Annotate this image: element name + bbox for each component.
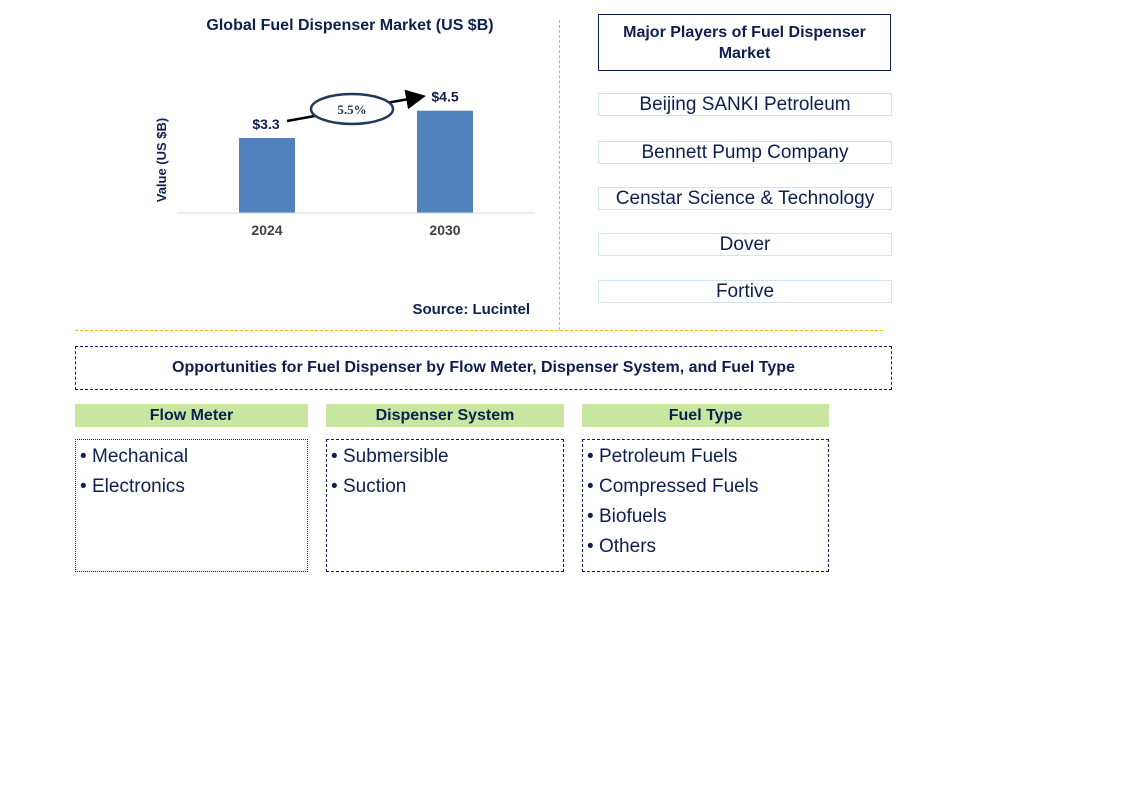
bullet-icon: • <box>587 446 594 467</box>
y-axis-label: Value (US $B) <box>154 118 169 203</box>
category-list-item-label: Electronics <box>92 476 185 497</box>
player-item: Fortive <box>598 280 892 303</box>
category-list-item: • Petroleum Fuels <box>587 442 828 472</box>
player-item: Beijing SANKI Petroleum <box>598 93 892 116</box>
player-item: Censtar Science & Technology <box>598 187 892 210</box>
bar-chart: Value (US $B) $3.3 2024 $4.5 2030 5.5% <box>154 89 535 238</box>
bullet-icon: • <box>587 476 594 497</box>
bullet-icon: • <box>80 476 87 497</box>
category-list-item-label: Submersible <box>343 446 449 467</box>
x-tick-label: 2030 <box>429 222 460 238</box>
bullet-icon: • <box>587 506 594 527</box>
chart-title: Global Fuel Dispenser Market (US $B) <box>206 17 494 34</box>
bullet-icon: • <box>331 446 338 467</box>
data-label: $4.5 <box>431 89 458 105</box>
category-header-fuel-type: Fuel Type <box>582 404 829 427</box>
cagr-label: 5.5% <box>337 102 366 117</box>
category-list-item: • Suction <box>331 472 563 502</box>
opportunities-header: Opportunities for Fuel Dispenser by Flow… <box>75 346 892 390</box>
category-list-dispenser-system: • Submersible • Suction <box>326 439 564 572</box>
bullet-icon: • <box>331 476 338 497</box>
category-list-item: • Electronics <box>80 472 307 502</box>
player-item: Bennett Pump Company <box>598 141 892 164</box>
category-list-item-label: Suction <box>343 476 407 497</box>
category-list-item: • Compressed Fuels <box>587 472 828 502</box>
category-list-fuel-type: • Petroleum Fuels • Compressed Fuels • Biofue… <box>582 439 829 572</box>
category-list-item-label: Petroleum Fuels <box>599 446 738 467</box>
players-header: Major Players of Fuel Dispenser Market <box>598 14 891 71</box>
bullet-icon: • <box>80 446 87 467</box>
category-list-item-label: Compressed Fuels <box>599 476 759 497</box>
category-list-item: • Biofuels <box>587 502 828 532</box>
horizontal-divider <box>75 330 883 331</box>
category-list-item-label: Others <box>599 536 657 557</box>
category-list-flow-meter: • Mechanical • Electronics <box>75 439 308 572</box>
bar-2024 <box>239 138 295 213</box>
category-list-item: • Others <box>587 532 828 562</box>
category-list-item-label: Biofuels <box>599 506 667 527</box>
x-tick-label: 2024 <box>251 222 282 238</box>
player-item: Dover <box>598 233 892 256</box>
category-list-item: • Submersible <box>331 442 563 472</box>
vertical-divider <box>559 20 560 330</box>
category-list-item-label: Mechanical <box>92 446 189 467</box>
category-list-item: • Mechanical <box>80 442 307 472</box>
source-label: Source: Lucintel <box>412 301 530 318</box>
bar-2030 <box>417 110 473 213</box>
data-label: $3.3 <box>252 116 279 132</box>
category-header-flow-meter: Flow Meter <box>75 404 308 427</box>
category-header-dispenser-system: Dispenser System <box>326 404 564 427</box>
bullet-icon: • <box>587 536 594 557</box>
